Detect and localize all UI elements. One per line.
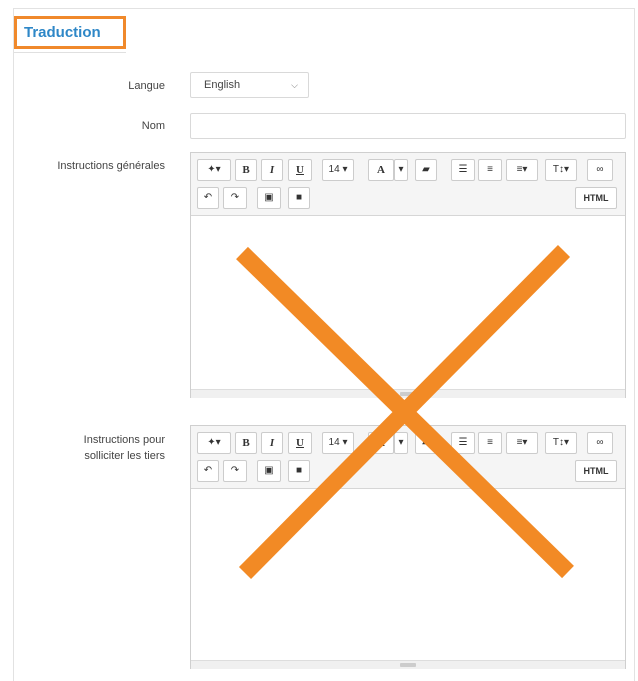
caret-down-icon: ▾	[398, 164, 404, 175]
align-button[interactable]: ≡▾	[506, 159, 538, 181]
image-button[interactable]: ▣	[257, 187, 281, 209]
instructions-text-area[interactable]	[191, 216, 625, 398]
unordered-list-icon: ☰	[458, 164, 468, 175]
langue-selected-value: English	[204, 79, 241, 91]
eraser-icon: ▰	[422, 164, 430, 175]
image-button[interactable]: ▣	[257, 460, 281, 482]
line-height-icon: T↕▾	[552, 437, 570, 448]
font-size-button[interactable]: 14 ▾	[322, 159, 354, 181]
line-height-icon: T↕▾	[552, 164, 570, 175]
link-button[interactable]: ∞	[587, 159, 613, 181]
instructions-tiers-label: Instructions pour solliciter les tiers	[84, 432, 165, 464]
font-size-button[interactable]: 14 ▾	[322, 432, 354, 454]
line-height-button[interactable]: T↕▾	[545, 432, 577, 454]
grip-icon	[400, 392, 416, 396]
resize-handle[interactable]	[191, 660, 625, 669]
undo-icon: ↶	[203, 192, 213, 203]
unordered-list-button[interactable]: ☰	[451, 159, 475, 181]
line-height-button[interactable]: T↕▾	[545, 159, 577, 181]
delete-button[interactable]: ■	[288, 460, 310, 482]
html-button[interactable]: HTML	[575, 187, 617, 209]
eraser-icon: ▰	[422, 437, 430, 448]
underline-button[interactable]: U	[288, 432, 312, 454]
editor-toolbar: ✦▾ B I U 14 ▾ A ▾ ▰ ☰ ≡ ≡▾ T↕▾ ∞ ↶ ↷ ▣ ■…	[191, 426, 625, 489]
eraser-button[interactable]: ▰	[415, 432, 437, 454]
caret-down-icon: ▾	[398, 437, 404, 448]
resize-handle[interactable]	[191, 389, 625, 398]
ordered-list-icon: ≡	[487, 437, 493, 448]
chevron-down-icon: ⌵	[291, 80, 298, 90]
undo-icon: ↶	[203, 465, 213, 476]
langue-label: Langue	[128, 80, 165, 92]
link-icon: ∞	[596, 164, 604, 175]
text-color-dropdown[interactable]: ▾	[394, 159, 408, 181]
caret-down-icon: ▾	[342, 437, 348, 448]
instructions-label: Instructions générales	[57, 160, 165, 172]
align-left-icon: ≡▾	[516, 164, 528, 175]
italic-button[interactable]: I	[261, 432, 283, 454]
text-color-button[interactable]: A	[368, 159, 394, 181]
html-button[interactable]: HTML	[575, 460, 617, 482]
align-left-icon: ≡▾	[516, 437, 528, 448]
redo-button[interactable]: ↷	[223, 187, 247, 209]
instructions-editor: ✦▾ B I U 14 ▾ A ▾ ▰ ☰ ≡ ≡▾ T↕▾ ∞ ↶ ↷ ▣ ■…	[190, 152, 626, 398]
link-icon: ∞	[596, 437, 604, 448]
trash-icon: ■	[295, 192, 303, 203]
ordered-list-icon: ≡	[487, 164, 493, 175]
underline-button[interactable]: U	[288, 159, 312, 181]
image-icon: ▣	[264, 192, 274, 203]
magic-wand-button[interactable]: ✦▾	[197, 159, 231, 181]
undo-button[interactable]: ↶	[197, 187, 219, 209]
caret-down-icon: ▾	[342, 164, 348, 175]
redo-icon: ↷	[230, 192, 240, 203]
align-button[interactable]: ≡▾	[506, 432, 538, 454]
section-title: Traduction	[14, 16, 126, 49]
redo-icon: ↷	[230, 465, 240, 476]
unordered-list-icon: ☰	[458, 437, 468, 448]
title-divider	[14, 52, 126, 53]
instructions-tiers-text-area[interactable]	[191, 489, 625, 669]
bold-button[interactable]: B	[235, 159, 257, 181]
nom-label: Nom	[141, 120, 165, 132]
nom-input[interactable]	[190, 113, 626, 139]
font-size-value: 14	[328, 164, 340, 175]
unordered-list-button[interactable]: ☰	[451, 432, 475, 454]
instructions-tiers-label-line2: solliciter les tiers	[84, 450, 165, 462]
grip-icon	[400, 663, 416, 667]
trash-icon: ■	[295, 465, 303, 476]
langue-select[interactable]: English ⌵	[190, 72, 309, 98]
delete-button[interactable]: ■	[288, 187, 310, 209]
link-button[interactable]: ∞	[587, 432, 613, 454]
text-color-button[interactable]: A	[368, 432, 394, 454]
magic-wand-button[interactable]: ✦▾	[197, 432, 231, 454]
ordered-list-button[interactable]: ≡	[478, 159, 502, 181]
eraser-button[interactable]: ▰	[415, 159, 437, 181]
font-size-value: 14	[328, 437, 340, 448]
redo-button[interactable]: ↷	[223, 460, 247, 482]
editor-toolbar: ✦▾ B I U 14 ▾ A ▾ ▰ ☰ ≡ ≡▾ T↕▾ ∞ ↶ ↷ ▣ ■…	[191, 153, 625, 216]
magic-wand-icon: ✦▾	[207, 437, 221, 448]
text-color-dropdown[interactable]: ▾	[394, 432, 408, 454]
italic-button[interactable]: I	[261, 159, 283, 181]
magic-wand-icon: ✦▾	[207, 164, 221, 175]
instructions-tiers-editor: ✦▾ B I U 14 ▾ A ▾ ▰ ☰ ≡ ≡▾ T↕▾ ∞ ↶ ↷ ▣ ■…	[190, 425, 626, 669]
undo-button[interactable]: ↶	[197, 460, 219, 482]
bold-button[interactable]: B	[235, 432, 257, 454]
ordered-list-button[interactable]: ≡	[478, 432, 502, 454]
instructions-tiers-label-line1: Instructions pour	[83, 434, 165, 446]
image-icon: ▣	[264, 465, 274, 476]
